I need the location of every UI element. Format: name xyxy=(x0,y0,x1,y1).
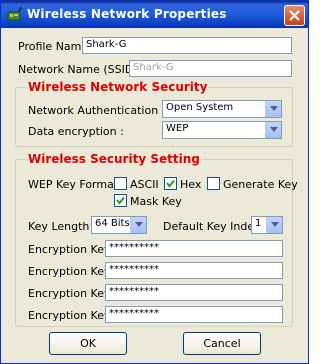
key-length-label: Key Length : xyxy=(28,220,97,233)
generate-key-checkbox[interactable] xyxy=(207,177,220,190)
chevron-down-icon xyxy=(270,106,278,111)
network-authentication-select[interactable]: Open System xyxy=(162,100,282,118)
data-encryption-value: WEP xyxy=(166,123,189,134)
default-key-index-value: 1 xyxy=(255,218,262,229)
encryption-key-1-input[interactable]: ********** xyxy=(105,240,283,257)
encryption-key-4-input[interactable]: ********** xyxy=(105,306,283,323)
chevron-down-icon xyxy=(270,127,278,132)
ascii-checkbox[interactable] xyxy=(114,177,127,190)
security-setting-title: Wireless Security Setting xyxy=(26,152,202,166)
network-security-title: Wireless Network Security xyxy=(26,80,210,94)
profile-name-input[interactable]: Shark-G xyxy=(82,37,292,54)
key-length-value: 64 Bits xyxy=(95,218,130,229)
encryption-key-3-input[interactable]: ********** xyxy=(105,284,283,301)
cancel-button[interactable]: Cancel xyxy=(183,332,261,355)
encryption-key-2-input[interactable]: ********** xyxy=(105,262,283,279)
network-authentication-label: Network Authentication : xyxy=(28,104,166,117)
close-button[interactable] xyxy=(284,5,305,26)
mask-key-label: Mask Key xyxy=(130,195,182,208)
ok-button[interactable]: OK xyxy=(49,332,127,355)
check-icon xyxy=(166,179,175,188)
network-authentication-value: Open System xyxy=(166,102,234,113)
hex-checkbox[interactable] xyxy=(164,177,177,190)
network-card-icon xyxy=(7,7,23,23)
dropdown-arrow[interactable] xyxy=(130,217,146,233)
default-key-index-select[interactable]: 1 xyxy=(251,216,283,234)
chevron-down-icon xyxy=(135,222,143,227)
dropdown-arrow[interactable] xyxy=(265,101,281,117)
ascii-label: ASCII xyxy=(130,178,159,191)
dropdown-arrow[interactable] xyxy=(266,217,282,233)
wireless-network-properties-dialog: Wireless Network Properties Profile Name… xyxy=(0,0,309,364)
check-icon xyxy=(116,196,125,205)
mask-key-checkbox[interactable] xyxy=(114,194,127,207)
ssid-input[interactable]: Shark-G xyxy=(129,60,292,77)
wep-key-format-label: WEP Key Format : xyxy=(28,178,126,191)
dropdown-arrow[interactable] xyxy=(265,122,281,138)
data-encryption-select[interactable]: WEP xyxy=(162,121,282,139)
close-icon xyxy=(289,10,300,21)
title-bar[interactable]: Wireless Network Properties xyxy=(1,1,308,28)
chevron-down-icon xyxy=(271,222,279,227)
ssid-label: Network Name (SSID) : xyxy=(18,63,145,76)
data-encryption-label: Data encryption : xyxy=(28,125,124,138)
key-length-select[interactable]: 64 Bits xyxy=(91,216,147,234)
hex-label: Hex xyxy=(180,178,202,191)
window-title: Wireless Network Properties xyxy=(27,7,227,21)
generate-key-label: Generate Key xyxy=(223,178,298,191)
